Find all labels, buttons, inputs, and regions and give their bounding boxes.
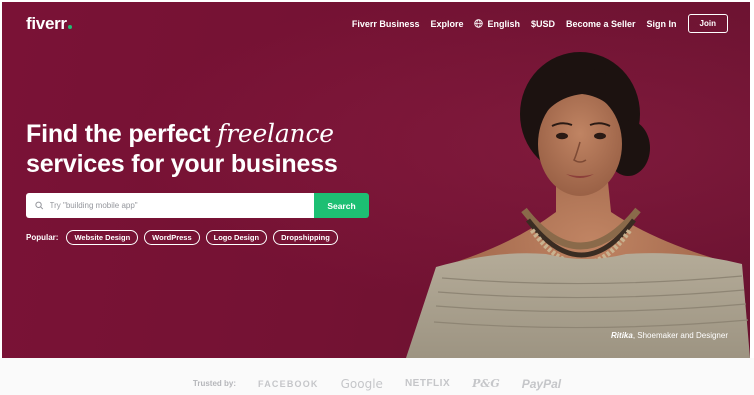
hero-caption: Ritika, Shoemaker and Designer xyxy=(611,331,728,340)
search-input[interactable] xyxy=(49,201,314,210)
hero-section: fiverr Fiverr Business Explore English $… xyxy=(2,2,750,358)
trusted-label: Trusted by: xyxy=(192,379,237,388)
trusted-by-bar: Trusted by: FACEBOOK Google NETFLIX P&G … xyxy=(0,358,754,395)
headline-line1: Find the perfect xyxy=(26,120,218,148)
top-nav: Fiverr Business Explore English $USD Bec… xyxy=(352,14,728,33)
headline-italic: freelance xyxy=(217,119,334,148)
hero-search-bar: Search xyxy=(26,193,369,218)
popular-tags: Popular: Website Design WordPress Logo D… xyxy=(26,230,338,245)
popular-tag-wordpress[interactable]: WordPress xyxy=(144,230,200,245)
caption-name: Ritika xyxy=(611,331,633,340)
nav-fiverr-business[interactable]: Fiverr Business xyxy=(352,19,420,29)
hero-person-image xyxy=(406,52,750,358)
search-field-wrapper xyxy=(26,193,314,218)
popular-tag-logo-design[interactable]: Logo Design xyxy=(205,230,268,245)
brand-facebook-logo: FACEBOOK xyxy=(258,378,319,389)
nav-sign-in[interactable]: Sign In xyxy=(647,19,677,29)
popular-label: Popular: xyxy=(26,233,59,242)
nav-become-seller[interactable]: Become a Seller xyxy=(566,19,636,29)
search-icon xyxy=(35,201,44,210)
globe-icon xyxy=(474,19,484,28)
nav-currency[interactable]: $USD xyxy=(531,19,555,29)
nav-explore[interactable]: Explore xyxy=(430,19,463,29)
fiverr-logo[interactable]: fiverr xyxy=(26,14,72,34)
logo-text: fiverr xyxy=(26,14,67,33)
join-button[interactable]: Join xyxy=(687,14,728,33)
logo-dot xyxy=(67,25,72,29)
brand-pg-logo: P&G xyxy=(472,377,500,390)
headline-line2: services for your business xyxy=(26,150,338,178)
popular-tag-website-design[interactable]: Website Design xyxy=(66,230,139,245)
search-button[interactable]: Search xyxy=(314,193,369,218)
nav-language-label: English xyxy=(487,18,520,29)
brand-paypal-logo: PayPal xyxy=(521,376,562,391)
popular-tag-dropshipping[interactable]: Dropshipping xyxy=(273,230,338,245)
hero-headline: Find the perfect freelance services for … xyxy=(26,119,338,179)
brand-google-logo: Google xyxy=(340,376,383,391)
brand-netflix-logo: NETFLIX xyxy=(404,378,451,389)
caption-role: , Shoemaker and Designer xyxy=(632,331,728,340)
nav-language[interactable]: English xyxy=(474,19,520,29)
